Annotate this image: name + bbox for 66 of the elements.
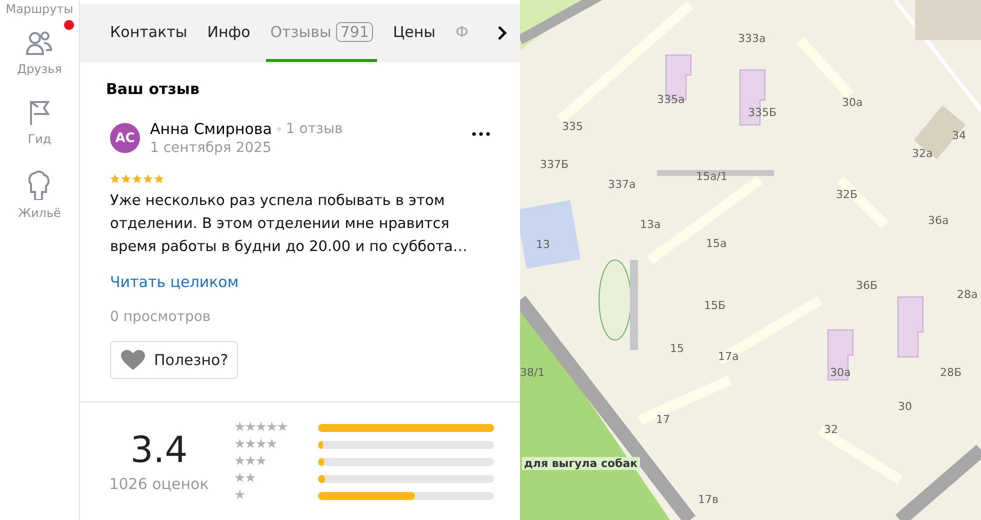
- house-number: 30а: [842, 96, 863, 109]
- house-number: 28а: [957, 288, 978, 301]
- house-number: 335Б: [748, 106, 777, 119]
- house-number: 32а: [912, 147, 933, 160]
- review-text: Уже несколько раз успела побывать в этом отделении. В этом отделении мне нравится время работы в будни до 20.00 и по суббота…: [110, 192, 468, 257]
- sidebar-item[interactable]: Маршруты: [2, 2, 78, 16]
- house-number: 34: [952, 129, 966, 142]
- flag-icon: [28, 100, 52, 126]
- tab[interactable]: Цены: [388, 4, 440, 62]
- helpful-button[interactable]: Полезно?: [110, 341, 238, 379]
- star-label: ★★★★★: [234, 421, 288, 435]
- author-review-count: 1 отзыв: [286, 121, 343, 137]
- avatar[interactable]: АС: [110, 123, 140, 153]
- house-number: 30: [898, 400, 912, 413]
- people-icon: [25, 30, 54, 56]
- house-number: 17в: [698, 493, 718, 506]
- house-number: 38/1: [520, 366, 545, 379]
- house-number: 15: [670, 342, 684, 355]
- author-name[interactable]: Анна Смирнова: [150, 120, 272, 138]
- house-number: 335: [562, 120, 583, 133]
- chevron-right-icon: [497, 26, 507, 40]
- review-date: 1 сентября 2025: [150, 140, 272, 156]
- star-label: ★★: [234, 472, 256, 486]
- section-heading: Ваш отзыв: [106, 80, 200, 98]
- house-number: 28Б: [940, 366, 962, 379]
- sidebar-item[interactable]: Гид: [16, 90, 64, 156]
- star-icon: [154, 174, 164, 184]
- house-number: 30а: [830, 366, 851, 379]
- house-number: 17: [656, 413, 670, 426]
- house-number: 15Б: [704, 299, 726, 312]
- star-label: ★: [234, 489, 246, 503]
- rating-count: 1026 оценок: [109, 475, 209, 493]
- star-icon: [143, 174, 153, 184]
- more-icon: [472, 132, 490, 136]
- house-number: 15а/1: [696, 170, 728, 183]
- house-number: 335а: [657, 93, 685, 106]
- tab[interactable]: Инфо: [203, 4, 254, 62]
- house-number: 32Б: [836, 188, 858, 201]
- sidebar-item[interactable]: Жильё: [6, 160, 73, 230]
- house-icon: [26, 170, 52, 200]
- star-label: ★★★: [234, 455, 267, 469]
- house-number: 337Б: [540, 158, 569, 171]
- notification-dot: [64, 20, 74, 30]
- average-rating: 3.4: [130, 431, 188, 471]
- house-number: 32: [824, 423, 838, 436]
- star-icon: [110, 174, 120, 184]
- map-place-label: для выгула собак: [522, 457, 640, 470]
- separator-dot: [276, 127, 281, 131]
- heart-icon: [120, 349, 146, 371]
- house-number: 13: [536, 238, 550, 251]
- house-number: 337а: [608, 178, 636, 191]
- house-number: 333а: [738, 32, 766, 45]
- house-number: 15а: [706, 237, 727, 250]
- view-count: 0 просмотров: [110, 309, 212, 325]
- sidebar-item[interactable]: Друзья: [5, 20, 74, 86]
- tab[interactable]: Отзывы 791: [266, 4, 377, 62]
- tab[interactable]: Контакты: [106, 4, 192, 62]
- star-icon: [132, 174, 142, 184]
- house-number: 36а: [928, 214, 949, 227]
- map[interactable]: 333а 335а 335Б 30а 34 335 32а 337Б 15а/1 337а 32Б 13а 36а 13 15а 36Б 28а 15Б 15 17а 38/1 30а 28Б 30 17 32 для выгула собак 17в: [520, 0, 981, 520]
- house-number: 17а: [718, 350, 739, 363]
- star-icon: [121, 174, 131, 184]
- star-label: ★★★★: [234, 438, 278, 452]
- house-number: 36Б: [856, 279, 878, 292]
- read-more-link[interactable]: Читать целиком: [110, 273, 239, 291]
- house-number: 13а: [640, 218, 661, 231]
